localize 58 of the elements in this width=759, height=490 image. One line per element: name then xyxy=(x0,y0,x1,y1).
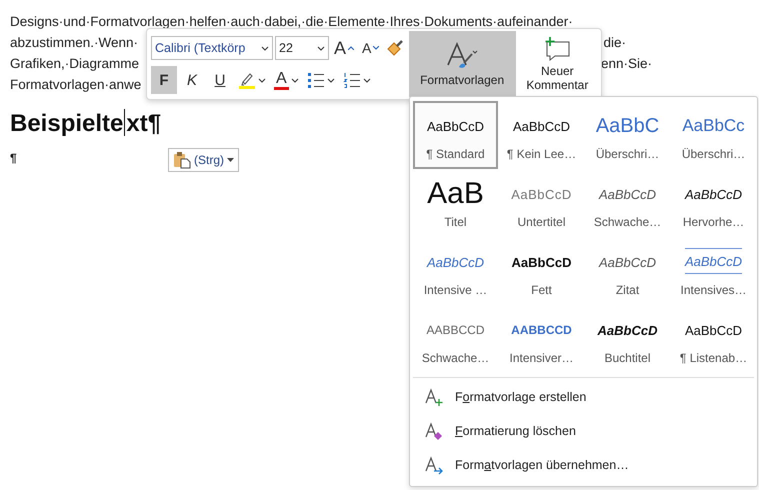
style-tile[interactable]: AaBbCcD Zitat xyxy=(585,237,670,305)
style-tile[interactable]: AaBbC Überschri… xyxy=(585,101,670,169)
chevron-down-icon xyxy=(362,78,371,82)
bold-button[interactable]: F xyxy=(151,66,177,94)
style-tile[interactable]: AaBbCc Überschri… xyxy=(671,101,756,169)
paragraph-mark: ¶ xyxy=(10,151,17,165)
heading-text: Beispielte xyxy=(10,110,124,137)
chevron-down-icon xyxy=(258,78,266,82)
shrink-font-button[interactable]: A xyxy=(359,34,382,62)
style-tile[interactable]: AABBCCD Intensiver… xyxy=(499,305,584,373)
body-text: enn·Sie· xyxy=(600,55,652,73)
style-tile[interactable]: AaBbCcD Intensives… xyxy=(671,237,756,305)
caret-icon xyxy=(227,158,234,162)
paste-options-button[interactable]: (Strg) xyxy=(168,148,239,172)
highlighter-icon xyxy=(238,71,256,89)
paintbrush-icon[interactable] xyxy=(386,39,404,57)
style-tile[interactable]: AaBbCcD Untertitel xyxy=(499,169,584,237)
caret-up-icon xyxy=(348,46,354,50)
style-tile[interactable]: AABBCCD Schwache… xyxy=(413,305,498,373)
numbered-list-icon xyxy=(342,72,361,88)
body-text: Formatvorlagen·anwe xyxy=(10,76,142,94)
style-tile[interactable]: AaBbCcD Schwache… xyxy=(585,169,670,237)
text-cursor xyxy=(124,109,126,136)
style-tile[interactable]: AaBbCcD ¶ Standard xyxy=(413,101,498,169)
style-tile[interactable]: AaBbCcD Intensive … xyxy=(413,237,498,305)
chevron-down-icon xyxy=(261,46,269,50)
menu-item[interactable]: Formatvorlagen übernehmen… xyxy=(413,448,754,482)
chevron-down-icon xyxy=(326,78,335,82)
clipboard-icon xyxy=(173,151,191,169)
new-comment-button[interactable]: Neuer Kommentar xyxy=(516,31,599,97)
body-text: Grafiken,·Diagramme xyxy=(10,55,140,73)
style-tile[interactable]: AaBbCcD ¶ Kein Lee… xyxy=(499,101,584,169)
body-text: abzustimmen.·Wenn· xyxy=(10,34,138,52)
chevron-down-icon xyxy=(290,78,299,82)
letter-plus-icon xyxy=(425,387,445,407)
style-tile[interactable]: AaB Titel xyxy=(413,169,498,237)
style-tile[interactable]: AaBbCcD Fett xyxy=(499,237,584,305)
italic-button[interactable]: K xyxy=(179,66,205,94)
heading-text: xt¶ xyxy=(126,110,162,137)
bullet-list-icon xyxy=(306,72,325,88)
font-size-field[interactable]: 22 xyxy=(275,36,329,60)
styles-button[interactable]: Formatvorlagen xyxy=(408,31,516,97)
font-color-button[interactable]: A xyxy=(271,66,302,94)
grow-font-button[interactable]: A xyxy=(331,34,358,62)
menu-item[interactable]: Formatierung löschen xyxy=(413,414,754,448)
letter-arrow-icon xyxy=(425,455,445,475)
chevron-down-icon xyxy=(317,46,325,50)
style-tile[interactable]: AaBbCcD Buchtitel xyxy=(585,305,670,373)
font-name-field[interactable]: Calibri (Textkörp xyxy=(151,36,273,60)
style-tile[interactable]: AaBbCcD ¶ Listenab… xyxy=(671,305,756,373)
underline-button[interactable]: U xyxy=(207,66,233,94)
letter-brush-icon xyxy=(445,41,480,69)
style-tile[interactable]: AaBbCcD Hervorhe… xyxy=(671,169,756,237)
body-text: die· xyxy=(603,34,626,52)
caret-down-icon xyxy=(373,46,380,50)
menu-item[interactable]: Formatvorlage erstellen xyxy=(413,380,754,414)
letter-eraser-icon xyxy=(425,421,445,441)
body-text: Designs·und·Formatvorlagen·helfen·auch·dabei,·die·Elemente·Ihres·Dokuments·aufeinander· xyxy=(10,13,573,31)
